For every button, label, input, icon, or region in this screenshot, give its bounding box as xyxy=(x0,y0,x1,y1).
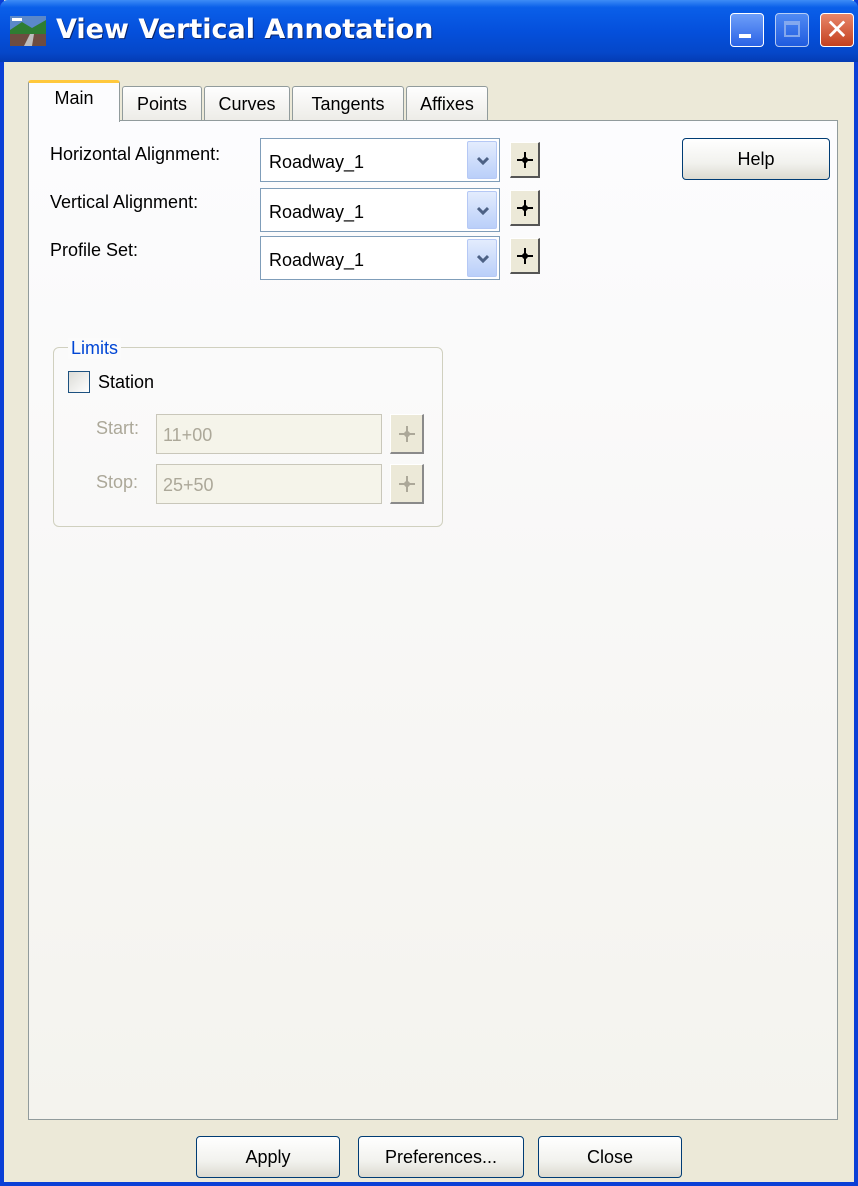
apply-button[interactable]: Apply xyxy=(196,1136,340,1178)
tab-points-label: Points xyxy=(136,94,188,114)
tab-tangents-label: Tangents xyxy=(311,94,385,114)
chevron-down-icon[interactable] xyxy=(467,239,497,277)
limits-group-title: Limits xyxy=(68,338,122,359)
close-button[interactable]: Close xyxy=(538,1136,682,1178)
dialog-window: View Vertical Annotation ✕ Main Points C… xyxy=(0,0,858,1186)
maximize-icon xyxy=(784,21,800,37)
minimize-button[interactable] xyxy=(730,13,764,47)
stop-station-input[interactable]: 25+50 xyxy=(156,464,382,504)
tab-curves[interactable]: Curves xyxy=(204,86,290,122)
start-label: Start: xyxy=(96,418,140,438)
minimize-icon xyxy=(739,34,751,38)
close-window-button[interactable]: ✕ xyxy=(820,13,854,47)
start-station-value: 11+00 xyxy=(163,425,213,445)
apply-button-label: Apply xyxy=(245,1147,291,1167)
tab-affixes-label: Affixes xyxy=(420,94,474,114)
chevron-down-icon[interactable] xyxy=(467,191,497,229)
vertical-alignment-select[interactable]: Roadway_1 xyxy=(260,188,500,232)
crosshair-icon xyxy=(517,152,533,168)
help-button[interactable]: Help xyxy=(682,138,830,180)
start-station-input[interactable]: 11+00 xyxy=(156,414,382,454)
tab-tangents[interactable]: Tangents xyxy=(292,86,404,122)
profile-set-select[interactable]: Roadway_1 xyxy=(260,236,500,280)
preferences-button-label: Preferences... xyxy=(384,1147,498,1167)
start-station-pick-button[interactable] xyxy=(390,414,424,454)
title-bar[interactable]: View Vertical Annotation ✕ xyxy=(0,0,858,62)
app-icon xyxy=(10,16,46,46)
crosshair-icon xyxy=(399,426,415,442)
chevron-down-icon[interactable] xyxy=(467,141,497,179)
tab-affixes[interactable]: Affixes xyxy=(406,86,488,122)
preferences-button[interactable]: Preferences... xyxy=(358,1136,524,1178)
vertical-alignment-pick-button[interactable] xyxy=(510,190,540,226)
profile-set-pick-button[interactable] xyxy=(510,238,540,274)
station-checkbox[interactable] xyxy=(68,371,90,393)
crosshair-icon xyxy=(517,248,533,264)
horizontal-alignment-select[interactable]: Roadway_1 xyxy=(260,138,500,182)
horizontal-alignment-pick-button[interactable] xyxy=(510,142,540,178)
tab-curves-label: Curves xyxy=(218,94,276,114)
crosshair-icon xyxy=(399,476,415,492)
stop-station-pick-button[interactable] xyxy=(390,464,424,504)
close-icon: ✕ xyxy=(825,13,849,46)
profile-set-value: Roadway_1 xyxy=(269,250,365,270)
window-title: View Vertical Annotation xyxy=(56,14,434,45)
horizontal-alignment-label: Horizontal Alignment: xyxy=(50,144,221,164)
vertical-alignment-label: Vertical Alignment: xyxy=(50,192,199,212)
stop-station-value: 25+50 xyxy=(163,475,214,495)
station-checkbox-label[interactable]: Station xyxy=(98,372,154,393)
close-button-label: Close xyxy=(586,1147,634,1167)
vertical-alignment-value: Roadway_1 xyxy=(269,202,365,222)
profile-set-label: Profile Set: xyxy=(50,240,139,260)
horizontal-alignment-value: Roadway_1 xyxy=(269,152,365,172)
tab-main-label: Main xyxy=(54,88,94,108)
stop-label: Stop: xyxy=(96,472,139,492)
help-button-label: Help xyxy=(737,149,775,169)
maximize-button[interactable] xyxy=(775,13,809,47)
crosshair-icon xyxy=(517,200,533,216)
tab-main[interactable]: Main xyxy=(28,80,120,122)
tab-points[interactable]: Points xyxy=(122,86,202,122)
